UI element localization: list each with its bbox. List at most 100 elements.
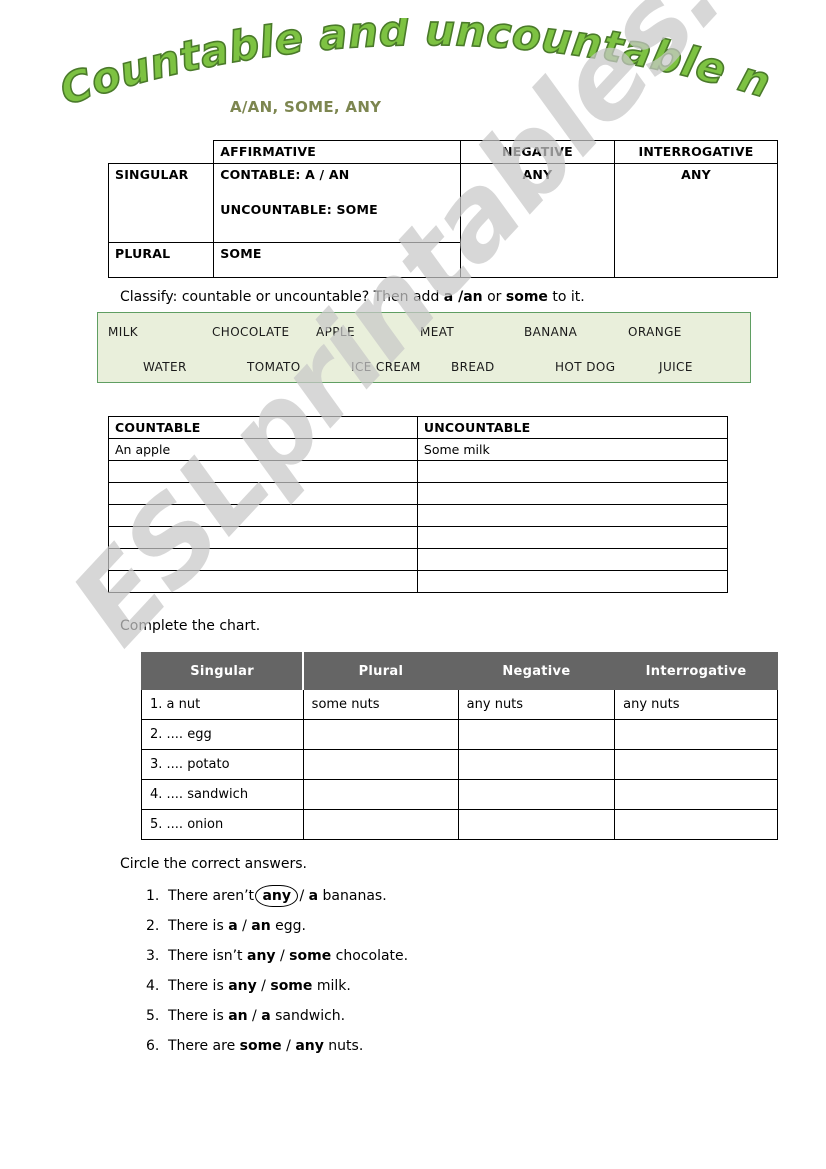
chart-cell-interrogative-3[interactable] [614,749,778,780]
word-hot-dog: HOT DOG [555,360,616,374]
sort-cell-countable-4[interactable] [108,504,418,527]
sort-cell-uncountable-1[interactable]: Some milk [416,438,729,461]
rules-header-interrogative: INTERROGATIVE [613,140,779,164]
word-bank-row-2: WATER TOMATO ICE CREAM BREAD HOT DOG JUI… [98,360,795,374]
chart-cell-singular-2[interactable]: 2. .... egg [141,719,304,750]
table-row: 3. .... potato [141,749,778,780]
sort-cell-uncountable-7[interactable] [416,570,729,593]
option-3-a[interactable]: any [247,948,276,964]
sort-cell-uncountable-2[interactable] [416,460,729,483]
chart-cell-plural-2[interactable] [302,719,459,750]
option-6-a[interactable]: some [240,1038,282,1054]
rules-spacer [220,182,454,202]
rules-cell-negative: ANY [459,163,615,278]
option-6-b[interactable]: any [295,1038,324,1054]
sort-cell-countable-1[interactable]: An apple [108,438,418,461]
question-number-2: 2. [146,918,160,934]
question-text-3-pre: There isn’t [168,948,247,964]
word-meat: MEAT [420,325,455,339]
option-1-a[interactable]: any [255,885,298,907]
table-row [108,482,729,505]
chart-cell-singular-1[interactable]: 1. a nut [141,689,304,720]
sort-cell-countable-7[interactable] [108,570,418,593]
chart-header-plural: Plural [302,652,459,690]
option-separator-2: / [237,918,252,934]
question-number-4: 4. [146,978,160,994]
rules-uncountable-line: UNCOUNTABLE: SOME [220,202,378,217]
option-5-a[interactable]: an [228,1008,247,1024]
sort-cell-countable-3[interactable] [108,482,418,505]
option-1-b[interactable]: a [309,888,318,904]
chart-cell-singular-5[interactable]: 5. .... onion [141,809,304,840]
option-separator-3: / [275,948,290,964]
list-item: 2. There is a / an egg. [146,918,408,948]
question-text-5-pre: There is [168,1008,229,1024]
question-text-1-post: bananas. [318,888,387,904]
sort-cell-countable-5[interactable] [108,526,418,549]
classify-instruction-bold-some: some [505,289,548,305]
question-text-5-post: sandwich. [270,1008,346,1024]
option-2-a[interactable]: a [228,918,237,934]
chart-cell-interrogative-2[interactable] [614,719,778,750]
word-water: WATER [143,360,187,374]
option-3-b[interactable]: some [289,948,331,964]
question-number-5: 5. [146,1008,160,1024]
table-row: SINGULAR CONTABLE: A / AN UNCOUNTABLE: S… [107,163,779,278]
option-2-b[interactable]: an [251,918,270,934]
rules-cell-singular-affirmative: CONTABLE: A / AN UNCOUNTABLE: SOME [213,163,461,243]
chart-header-interrogative: Interrogative [614,652,778,690]
sort-header-uncountable: UNCOUNTABLE [416,416,729,439]
table-row [108,570,729,593]
chart-cell-negative-2[interactable] [457,719,616,750]
list-item: 6. There are some / any nuts. [146,1038,408,1068]
table-row: 2. .... egg [141,719,778,750]
table-row [108,548,729,571]
chart-cell-negative-3[interactable] [457,749,616,780]
sort-cell-uncountable-3[interactable] [416,482,729,505]
option-4-b[interactable]: some [270,978,312,994]
chart-cell-singular-3[interactable]: 3. .... potato [141,749,304,780]
chart-cell-negative-5[interactable] [457,809,616,840]
chart-cell-plural-4[interactable] [302,779,459,810]
option-4-a[interactable]: any [228,978,257,994]
chart-cell-singular-4[interactable]: 4. .... sandwich [141,779,304,810]
rules-cell-plural-affirmative: SOME [213,242,461,278]
chart-cell-negative-1[interactable]: any nuts [457,689,616,720]
sort-cell-uncountable-6[interactable] [416,548,729,571]
question-text-2-post: egg. [270,918,306,934]
chart-cell-negative-4[interactable] [457,779,616,810]
chart-cell-plural-1[interactable]: some nuts [302,689,459,720]
classify-instruction-part1: Classify: countable or uncountable? Then… [120,289,444,305]
table-row [108,460,729,483]
word-bank-row-1: MILK CHOCOLATE APPLE MEAT BANANA ORANGE [98,325,760,339]
list-item: 4. There is any / some milk. [146,978,408,1008]
option-5-b[interactable]: a [261,1008,270,1024]
sort-cell-uncountable-5[interactable] [416,526,729,549]
option-separator-4: / [256,978,271,994]
sort-cell-uncountable-4[interactable] [416,504,729,527]
question-text-4-post: milk. [312,978,351,994]
sort-header-countable: COUNTABLE [108,416,418,439]
word-milk: MILK [108,325,139,339]
sort-cell-countable-6[interactable] [108,548,418,571]
chart-cell-interrogative-4[interactable] [614,779,778,810]
chart-cell-interrogative-5[interactable] [614,809,778,840]
table-row: An apple Some milk [108,438,729,461]
sort-cell-countable-2[interactable] [108,460,418,483]
classify-instruction: Classify: countable or uncountable? Then… [120,289,585,305]
page-title: Countable and uncountable nouns [0,18,826,110]
title-wordart: Countable and uncountable nouns [0,18,777,110]
circle-exercise-list: 1. There aren’t any / a bananas. 2. There … [146,885,408,1068]
table-row: COUNTABLE UNCOUNTABLE [108,416,729,439]
rules-header-negative: NEGATIVE [459,140,615,164]
rules-corner-cell [108,140,215,164]
worksheet-page: ESLprintables.com Countable and uncounta… [0,0,826,1169]
chart-cell-plural-3[interactable] [302,749,459,780]
list-item: 1. There aren’t any / a bananas. [146,885,408,918]
question-text-6-pre: There are [168,1038,240,1054]
chart-cell-interrogative-1[interactable]: any nuts [614,689,778,720]
chart-cell-plural-5[interactable] [302,809,459,840]
rules-header-affirmative: AFFIRMATIVE [213,140,461,164]
classify-instruction-part3: to it. [547,289,585,305]
rules-countable-line: CONTABLE: A / AN [220,167,350,182]
